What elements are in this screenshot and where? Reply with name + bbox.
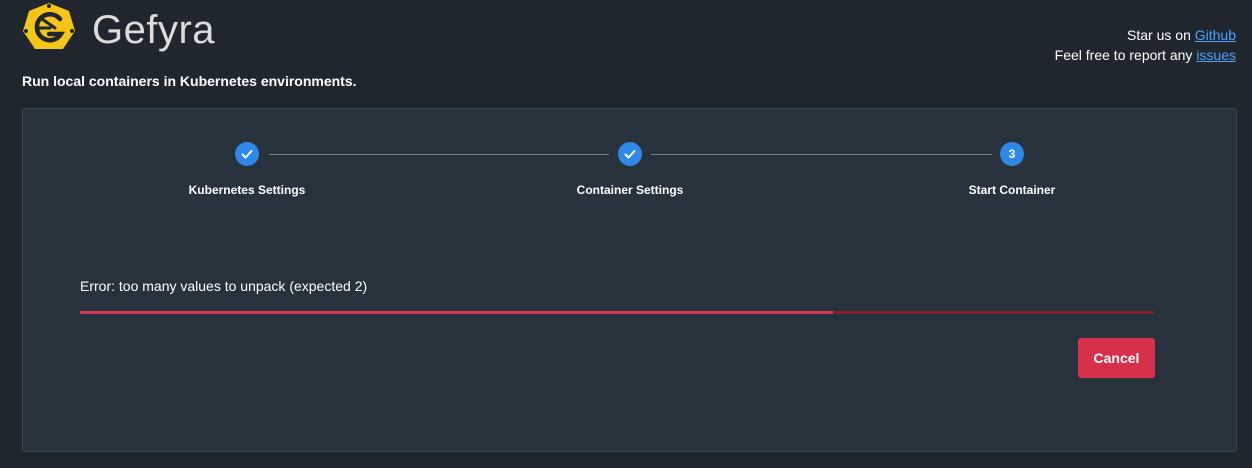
error-message: Error: too many values to unpack (expect…	[80, 278, 368, 294]
report-prefix: Feel free to report any	[1054, 47, 1197, 63]
step-connector-2	[651, 154, 992, 155]
check-icon	[624, 150, 636, 159]
cancel-button[interactable]: Cancel	[1078, 338, 1155, 378]
step-1-label: Kubernetes Settings	[188, 183, 306, 197]
step-3-indicator: 3	[1000, 142, 1024, 166]
progress-bar	[80, 311, 1155, 314]
github-link[interactable]: Github	[1195, 27, 1236, 43]
step-3-label: Start Container	[968, 183, 1056, 197]
check-icon	[241, 150, 253, 159]
step-1-indicator	[235, 142, 259, 166]
star-prefix: Star us on	[1127, 27, 1195, 43]
step-connector-1	[269, 154, 609, 155]
star-line: Star us on Github	[1055, 25, 1236, 45]
report-line: Feel free to report any issues	[1055, 45, 1236, 65]
header-links: Star us on Github Feel free to report an…	[1055, 25, 1236, 65]
start-container-panel: Kubernetes Settings Container Settings 3…	[22, 108, 1237, 452]
brand-name: Gefyra	[92, 8, 216, 52]
tagline: Run local containers in Kubernetes envir…	[22, 73, 357, 89]
progress-bar-fill	[80, 311, 833, 314]
step-2-indicator	[618, 142, 642, 166]
step-2-label: Container Settings	[576, 183, 684, 197]
gefyra-logo-icon	[23, 3, 75, 49]
issues-link[interactable]: issues	[1196, 47, 1236, 63]
